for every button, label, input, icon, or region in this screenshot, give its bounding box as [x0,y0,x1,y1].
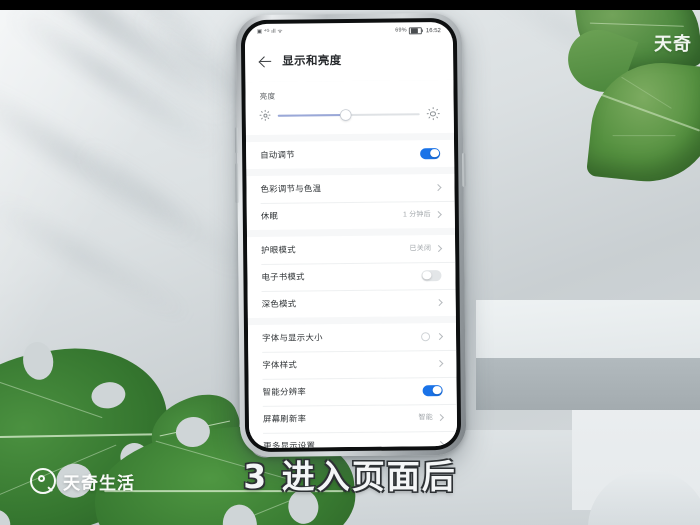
settings-list[interactable]: 亮度 自动调节 色彩调节与色温 休眠 1 分钟后 护眼模式 已关闭 电子书模式 … [245,79,458,449]
settings-row[interactable]: 智能分辨率 [248,376,456,405]
brightness-card: 亮度 [245,79,454,135]
chevron-right-icon [436,359,444,367]
settings-row[interactable]: 屏幕刷新率 智能 [249,403,457,432]
chevron-right-icon [437,440,445,448]
battery-icon [408,26,422,35]
app-bar: 显示和亮度 [244,37,454,83]
watermark-top-right: 天奇 [654,34,692,54]
settings-row[interactable]: 自动调节 [246,139,454,168]
sun-large-icon [426,107,440,121]
podium-block-top [476,300,700,360]
settings-row-toggle[interactable] [422,384,443,396]
letterbox-bar [0,0,700,10]
settings-row-label: 智能分辨率 [262,386,307,397]
settings-row-toggle[interactable] [421,269,442,281]
settings-row-label: 深色模式 [261,298,297,309]
settings-row-label: 色彩调节与色温 [260,183,322,194]
brightness-section-label: 亮度 [259,91,276,101]
brightness-slider-knob[interactable] [340,109,351,120]
magnifier-logo-icon [30,468,56,494]
brightness-slider[interactable] [277,109,420,120]
settings-row-label: 更多显示设置 [263,440,316,449]
signal-icons: ▣ ⁴ᴳ ıll ᯤ [256,28,283,35]
watermark-bottom-left: 天奇生活 [30,468,135,494]
settings-row-label: 休眠 [260,210,279,221]
settings-groups: 自动调节色彩调节与色温 休眠 1 分钟后护眼模式 已关闭电子书模式深色模式字体与显示大… [246,139,458,449]
status-bar-right: 69% 16:52 [395,26,441,35]
settings-row-toggle[interactable] [420,147,441,159]
settings-row-label: 护眼模式 [261,244,296,255]
screenshot-stage: ▣ ⁴ᴳ ıll ᯤ 69% 16:52 显示和亮度 亮度 自动调节 色彩调节与… [0,0,700,525]
watermark-brand-label: 天奇生活 [63,473,135,493]
settings-card: 自动调节 [246,139,455,169]
settings-row-value: 智能 [418,414,433,422]
settings-row-label: 字体样式 [262,359,298,370]
settings-row[interactable]: 深色模式 [248,288,456,317]
chevron-right-icon [434,183,442,191]
settings-row[interactable]: 休眠 1 分钟后 [247,200,455,229]
settings-row[interactable]: 字体样式 [248,349,456,378]
page-title: 显示和亮度 [282,55,342,68]
chevron-right-icon [434,210,442,218]
clock-label: 16:52 [425,27,441,34]
phone-bezel: ▣ ⁴ᴳ ıll ᯤ 69% 16:52 显示和亮度 亮度 自动调节 色彩调节与… [240,17,462,453]
power-button[interactable] [462,152,466,187]
settings-row-label: 自动调节 [260,149,295,160]
volume-down-button[interactable] [235,163,239,204]
settings-card: 色彩调节与色温 休眠 1 分钟后 [246,173,455,230]
chevron-right-icon [436,413,444,421]
chevron-right-icon [436,332,444,340]
settings-row[interactable]: 色彩调节与色温 [246,173,454,202]
toggle-knob [432,385,442,395]
phone-screen: ▣ ⁴ᴳ ıll ᯤ 69% 16:52 显示和亮度 亮度 自动调节 色彩调节与… [244,21,458,449]
settings-row-label: 字体与显示大小 [262,332,323,343]
settings-card: 护眼模式 已关闭电子书模式深色模式 [247,234,456,318]
settings-row[interactable]: 字体与显示大小 [248,322,456,351]
smartphone-device: ▣ ⁴ᴳ ıll ᯤ 69% 16:52 显示和亮度 亮度 自动调节 色彩调节与… [234,12,467,458]
chevron-right-icon [435,244,443,252]
battery-percent-label: 69% [395,27,407,34]
volume-up-button[interactable] [234,127,239,154]
preview-circle-icon [421,331,431,341]
settings-row-value: 已关闭 [409,245,432,253]
toggle-knob [422,270,432,280]
settings-row-value: 1 分钟后 [402,211,431,219]
toggle-knob [430,148,440,158]
settings-card: 字体与显示大小 字体样式智能分辨率屏幕刷新率 智能更多显示设置 [247,322,458,449]
brightness-slider-row[interactable] [246,103,454,135]
settings-row-label: 电子书模式 [261,271,305,282]
settings-row[interactable]: 护眼模式 已关闭 [247,234,455,263]
chevron-right-icon [435,298,443,306]
podium-block-face [476,358,700,410]
back-arrow-icon[interactable] [259,54,272,67]
settings-row[interactable]: 电子书模式 [247,261,455,290]
settings-row[interactable]: 更多显示设置 [249,430,457,448]
settings-row-label: 屏幕刷新率 [262,413,307,424]
status-bar-left: ▣ ⁴ᴳ ıll ᯤ [256,28,283,35]
sun-small-icon [259,110,271,121]
